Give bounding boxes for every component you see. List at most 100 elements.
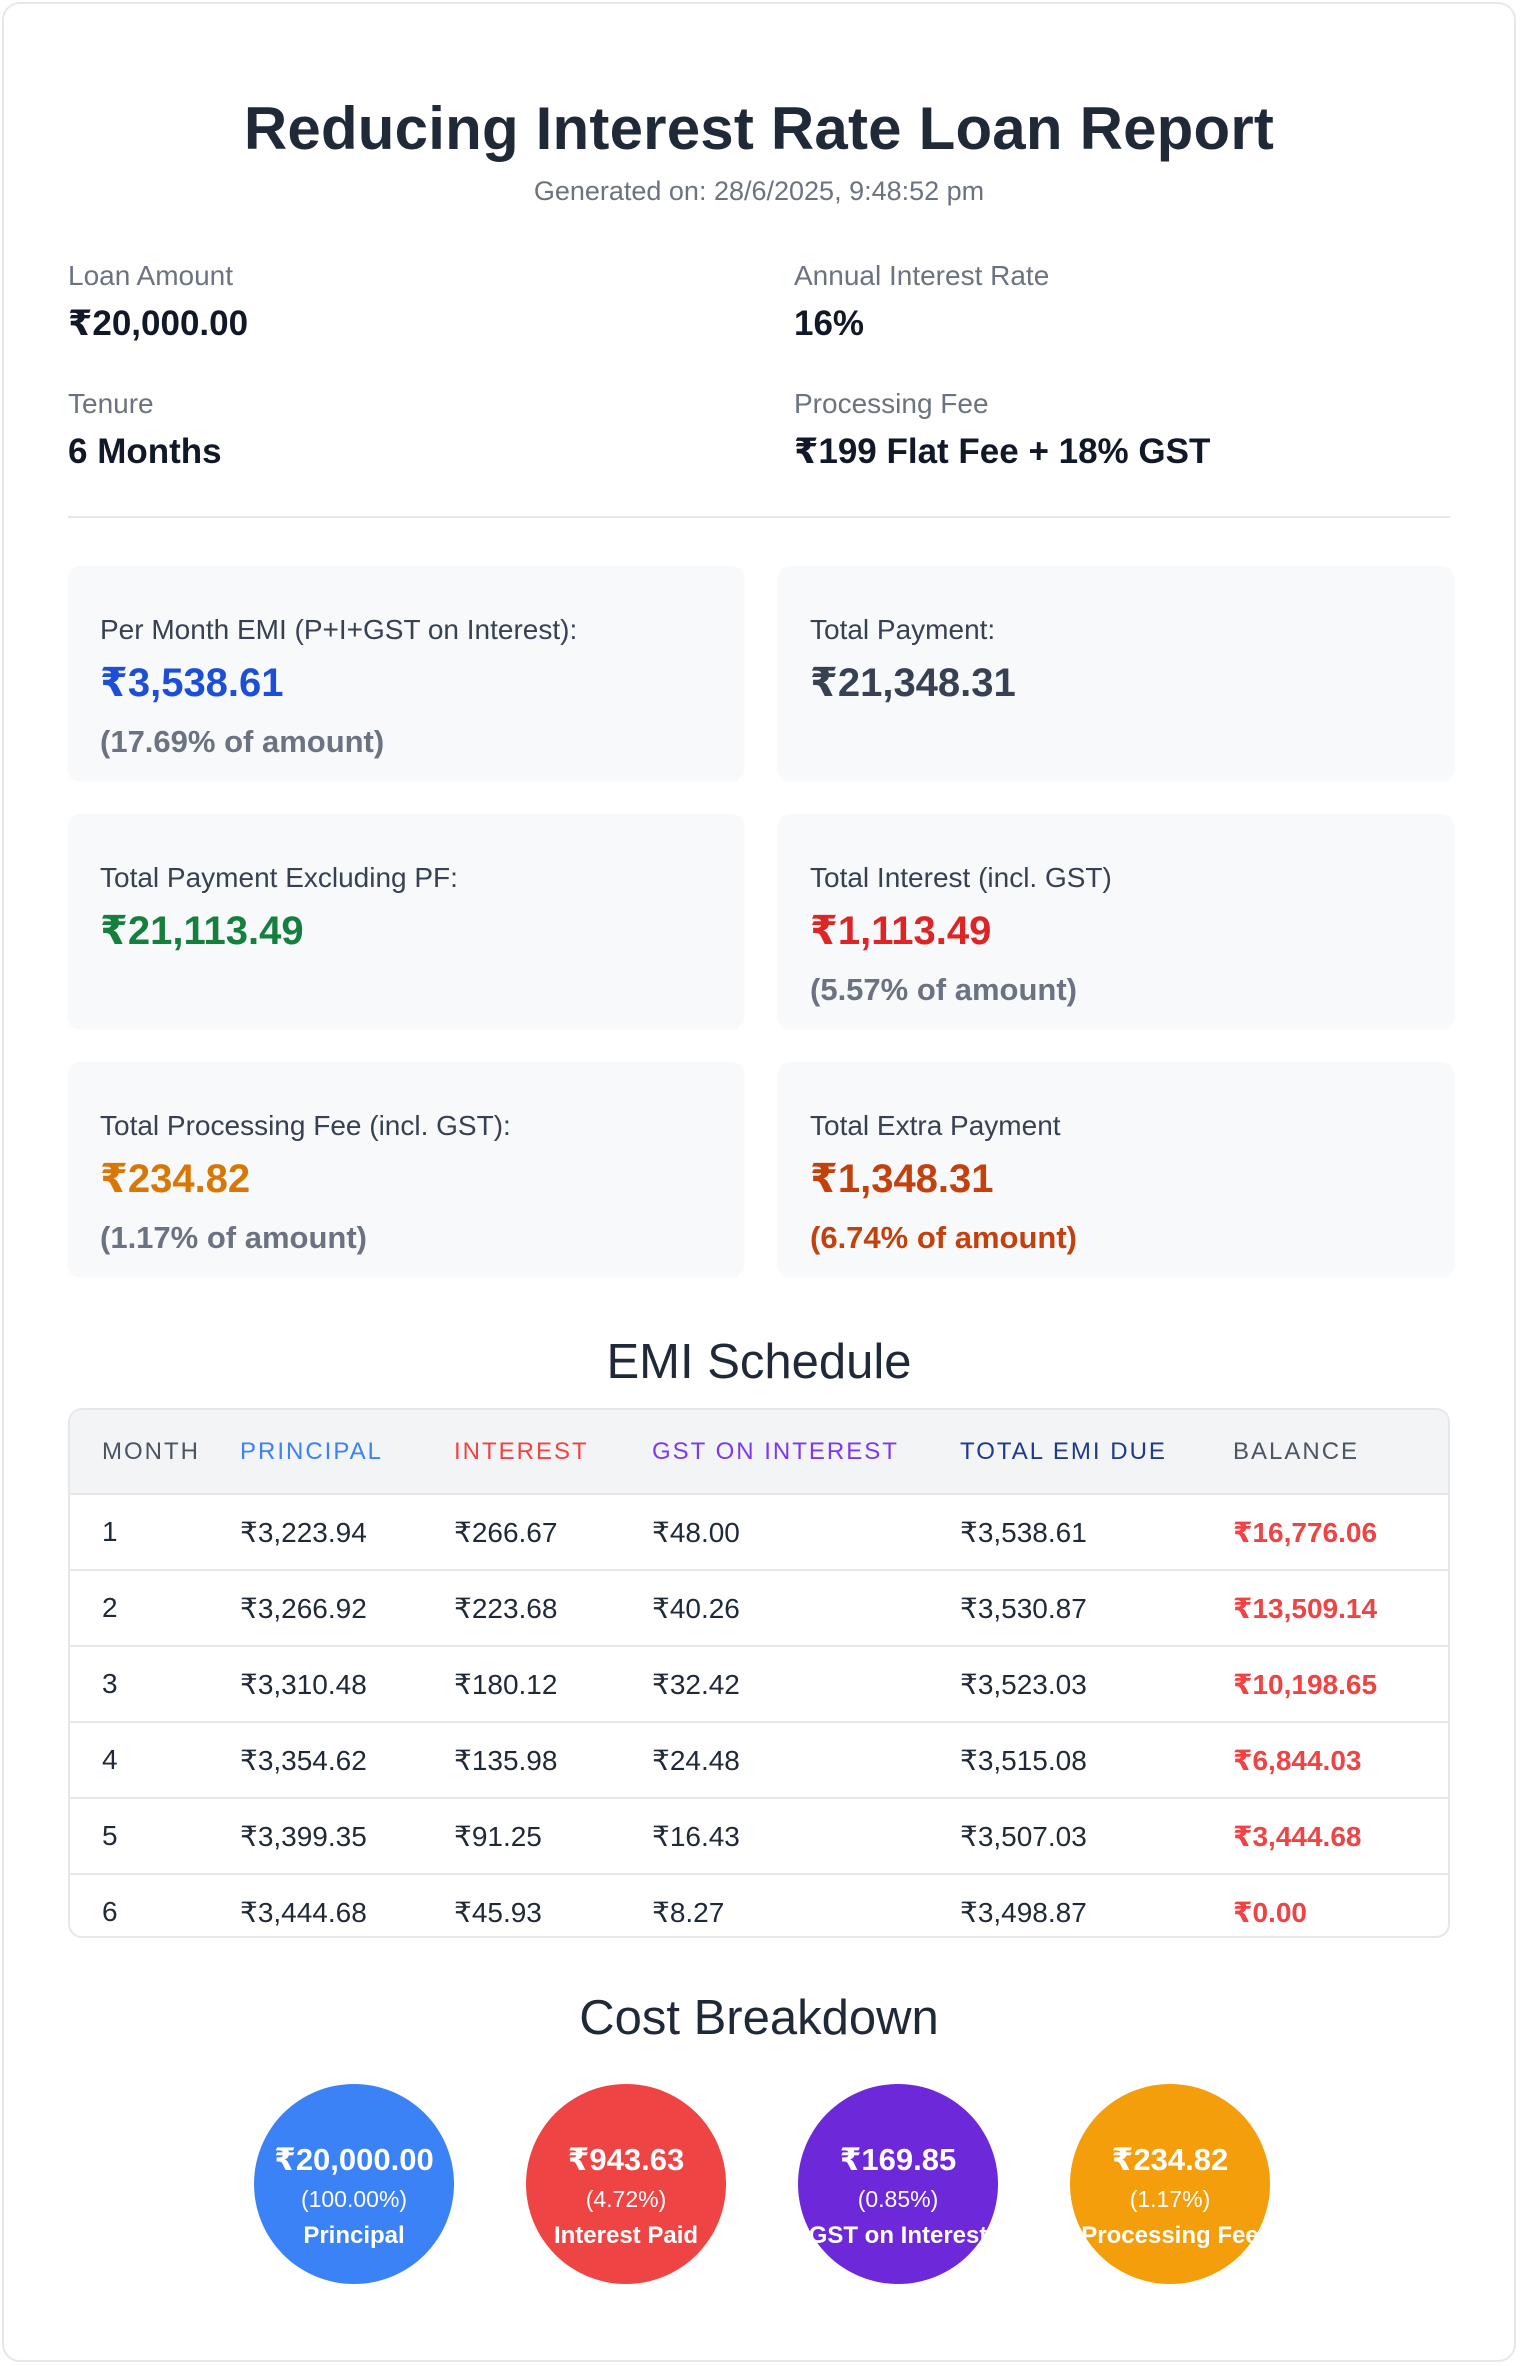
total-pf-amount: ₹234.82	[100, 1157, 251, 1201]
breakdown-amount: ₹20,000.00	[274, 2142, 434, 2177]
breakdown-label: Principal	[303, 2222, 405, 2249]
breakdown-label: Interest Paid	[553, 2222, 699, 2249]
breakdown-bubble: ₹234.82 (1.17%) Processing Fee	[1070, 2084, 1270, 2284]
total-interest-card: Total Interest (incl. GST) ₹1,113.49 (5.…	[778, 814, 1454, 1028]
processing-fee-info: Processing Fee ₹199 Flat Fee + 18% GST	[794, 388, 1210, 472]
table-cell: ₹45.93	[454, 1873, 652, 1936]
emi-percent: (17.69% of amount)	[100, 724, 385, 759]
table-cell: ₹3,399.35	[240, 1797, 454, 1874]
table-cell: ₹24.48	[652, 1721, 960, 1798]
total-extra-percent: (6.74% of amount)	[810, 1220, 1077, 1255]
table-row: 5 ₹3,399.35 ₹91.25 ₹16.43 ₹3,507.03 ₹3,444.68	[70, 1797, 1448, 1874]
table-cell: 4	[70, 1721, 240, 1798]
interest-rate-info: Annual Interest Rate 16%	[794, 260, 1049, 344]
processing-fee-value: ₹199 Flat Fee + 18% GST	[794, 432, 1211, 471]
table-cell: ₹3,507.03	[960, 1797, 1233, 1874]
table-cell: ₹16,776.06	[1233, 1493, 1448, 1570]
emi-schedule-table: Month Principal Interest GST on Interest…	[68, 1408, 1450, 1938]
total-extra-card: Total Extra Payment ₹1,348.31 (6.74% of …	[778, 1062, 1454, 1276]
total-excl-pf-label: Total Payment Excluding PF:	[100, 862, 458, 893]
processing-fee-label: Processing Fee	[794, 388, 989, 419]
table-cell: ₹3,444.68	[1233, 1797, 1448, 1874]
cost-breakdown-title: Cost Breakdown	[579, 1991, 939, 2045]
loan-amount-info: Loan Amount ₹20,000.00	[68, 260, 248, 344]
breakdown-amount: ₹943.63	[567, 2142, 685, 2177]
header-gst-on-interest: GST on Interest	[652, 1437, 899, 1465]
schedule-body: 1 ₹3,223.94 ₹266.67 ₹48.00 ₹3,538.61 ₹16,776.…	[70, 1493, 1448, 1936]
table-cell: ₹223.68	[454, 1569, 652, 1646]
total-extra-label: Total Extra Payment	[810, 1110, 1061, 1141]
total-pf-label: Total Processing Fee (incl. GST):	[100, 1110, 511, 1141]
table-cell: ₹13,509.14	[1233, 1569, 1448, 1646]
table-cell: ₹91.25	[454, 1797, 652, 1874]
breakdown-label: Processing Fee	[1081, 2222, 1259, 2249]
total-interest-label: Total Interest (incl. GST)	[810, 862, 1112, 893]
table-row: 1 ₹3,223.94 ₹266.67 ₹48.00 ₹3,538.61 ₹16,776.…	[70, 1493, 1448, 1570]
emi-label: Per Month EMI (P+I+GST on Interest):	[100, 614, 578, 645]
table-cell: ₹3,223.94	[240, 1493, 454, 1570]
tenure-label: Tenure	[68, 388, 154, 419]
breakdown-percent: (100.00%)	[300, 2186, 408, 2212]
breakdown-percent: (4.72%)	[585, 2186, 667, 2212]
table-cell: ₹3,354.62	[240, 1721, 454, 1798]
cost-breakdown-bubbles: ₹20,000.00 (100.00%) Principal ₹943.63 (4.72…	[68, 2084, 1450, 2284]
total-interest-amount: ₹1,113.49	[810, 909, 992, 953]
header-total-emi-due: Total EMI Due	[960, 1437, 1167, 1465]
tenure-info: Tenure 6 Months	[68, 388, 222, 472]
table-cell: 2	[70, 1569, 240, 1646]
breakdown-percent: (1.17%)	[1129, 2186, 1211, 2212]
table-cell: 6	[70, 1873, 240, 1936]
table-cell: ₹135.98	[454, 1721, 652, 1798]
total-interest-percent: (5.57% of amount)	[810, 972, 1077, 1007]
table-cell: ₹3,538.61	[960, 1493, 1233, 1570]
table-cell: ₹6,844.03	[1233, 1721, 1448, 1798]
table-cell: ₹32.42	[652, 1645, 960, 1722]
table-cell: 1	[70, 1493, 240, 1570]
table-cell: ₹48.00	[652, 1493, 960, 1570]
total-payment-amount: ₹21,348.31	[810, 661, 1016, 705]
breakdown-label: GST on Interest	[808, 2222, 988, 2249]
table-cell: ₹3,266.92	[240, 1569, 454, 1646]
emi-amount: ₹3,538.61	[100, 661, 284, 705]
header-month: Month	[102, 1437, 200, 1465]
total-extra-amount: ₹1,348.31	[810, 1157, 994, 1201]
interest-rate-label: Annual Interest Rate	[794, 260, 1050, 291]
total-payment-label: Total Payment:	[810, 614, 996, 645]
total-pf-percent: (1.17% of amount)	[100, 1220, 367, 1255]
table-row: 2 ₹3,266.92 ₹223.68 ₹40.26 ₹3,530.87 ₹13,509.…	[70, 1569, 1448, 1646]
table-cell: 5	[70, 1797, 240, 1874]
report-title: Reducing Interest Rate Loan Report	[243, 95, 1275, 162]
table-cell: ₹10,198.65	[1233, 1645, 1448, 1722]
loan-amount-value: ₹20,000.00	[68, 304, 249, 343]
table-cell: ₹3,444.68	[240, 1873, 454, 1936]
table-cell: ₹8.27	[652, 1873, 960, 1936]
table-cell: 3	[70, 1645, 240, 1722]
breakdown-amount: ₹234.82	[1111, 2142, 1229, 2177]
tenure-value: 6 Months	[68, 432, 222, 471]
table-cell: ₹180.12	[454, 1645, 652, 1722]
loan-report: Reducing Interest Rate Loan Report Gener…	[2, 2, 1516, 2362]
emi-schedule-title: EMI Schedule	[606, 1335, 912, 1389]
header-principal: Principal	[240, 1437, 383, 1465]
table-cell: ₹0.00	[1233, 1873, 1448, 1936]
breakdown-bubble: ₹20,000.00 (100.00%) Principal	[254, 2084, 454, 2284]
total-excl-pf-amount: ₹21,113.49	[100, 909, 304, 953]
table-cell: ₹3,530.87	[960, 1569, 1233, 1646]
table-row: 4 ₹3,354.62 ₹135.98 ₹24.48 ₹3,515.08 ₹6,844.0…	[70, 1721, 1448, 1798]
divider	[68, 516, 1450, 518]
table-row: 6 ₹3,444.68 ₹45.93 ₹8.27 ₹3,498.87 ₹0.00	[70, 1873, 1448, 1936]
breakdown-bubble: ₹169.85 (0.85%) GST on Interest	[798, 2084, 998, 2284]
table-cell: ₹16.43	[652, 1797, 960, 1874]
breakdown-amount: ₹169.85	[839, 2142, 957, 2177]
interest-rate-value: 16%	[794, 304, 865, 343]
generated-timestamp: Generated on: 28/6/2025, 9:48:52 pm	[533, 176, 985, 206]
table-cell: ₹40.26	[652, 1569, 960, 1646]
loan-amount-label: Loan Amount	[68, 260, 234, 291]
header-interest: Interest	[454, 1437, 589, 1465]
table-cell: ₹266.67	[454, 1493, 652, 1570]
breakdown-percent: (0.85%)	[857, 2186, 939, 2212]
total-payment-card: Total Payment: ₹21,348.31	[778, 566, 1454, 780]
total-pf-card: Total Processing Fee (incl. GST): ₹234.8…	[68, 1062, 744, 1276]
breakdown-bubble: ₹943.63 (4.72%) Interest Paid	[526, 2084, 726, 2284]
table-row: 3 ₹3,310.48 ₹180.12 ₹32.42 ₹3,523.03 ₹10,198.…	[70, 1645, 1448, 1722]
